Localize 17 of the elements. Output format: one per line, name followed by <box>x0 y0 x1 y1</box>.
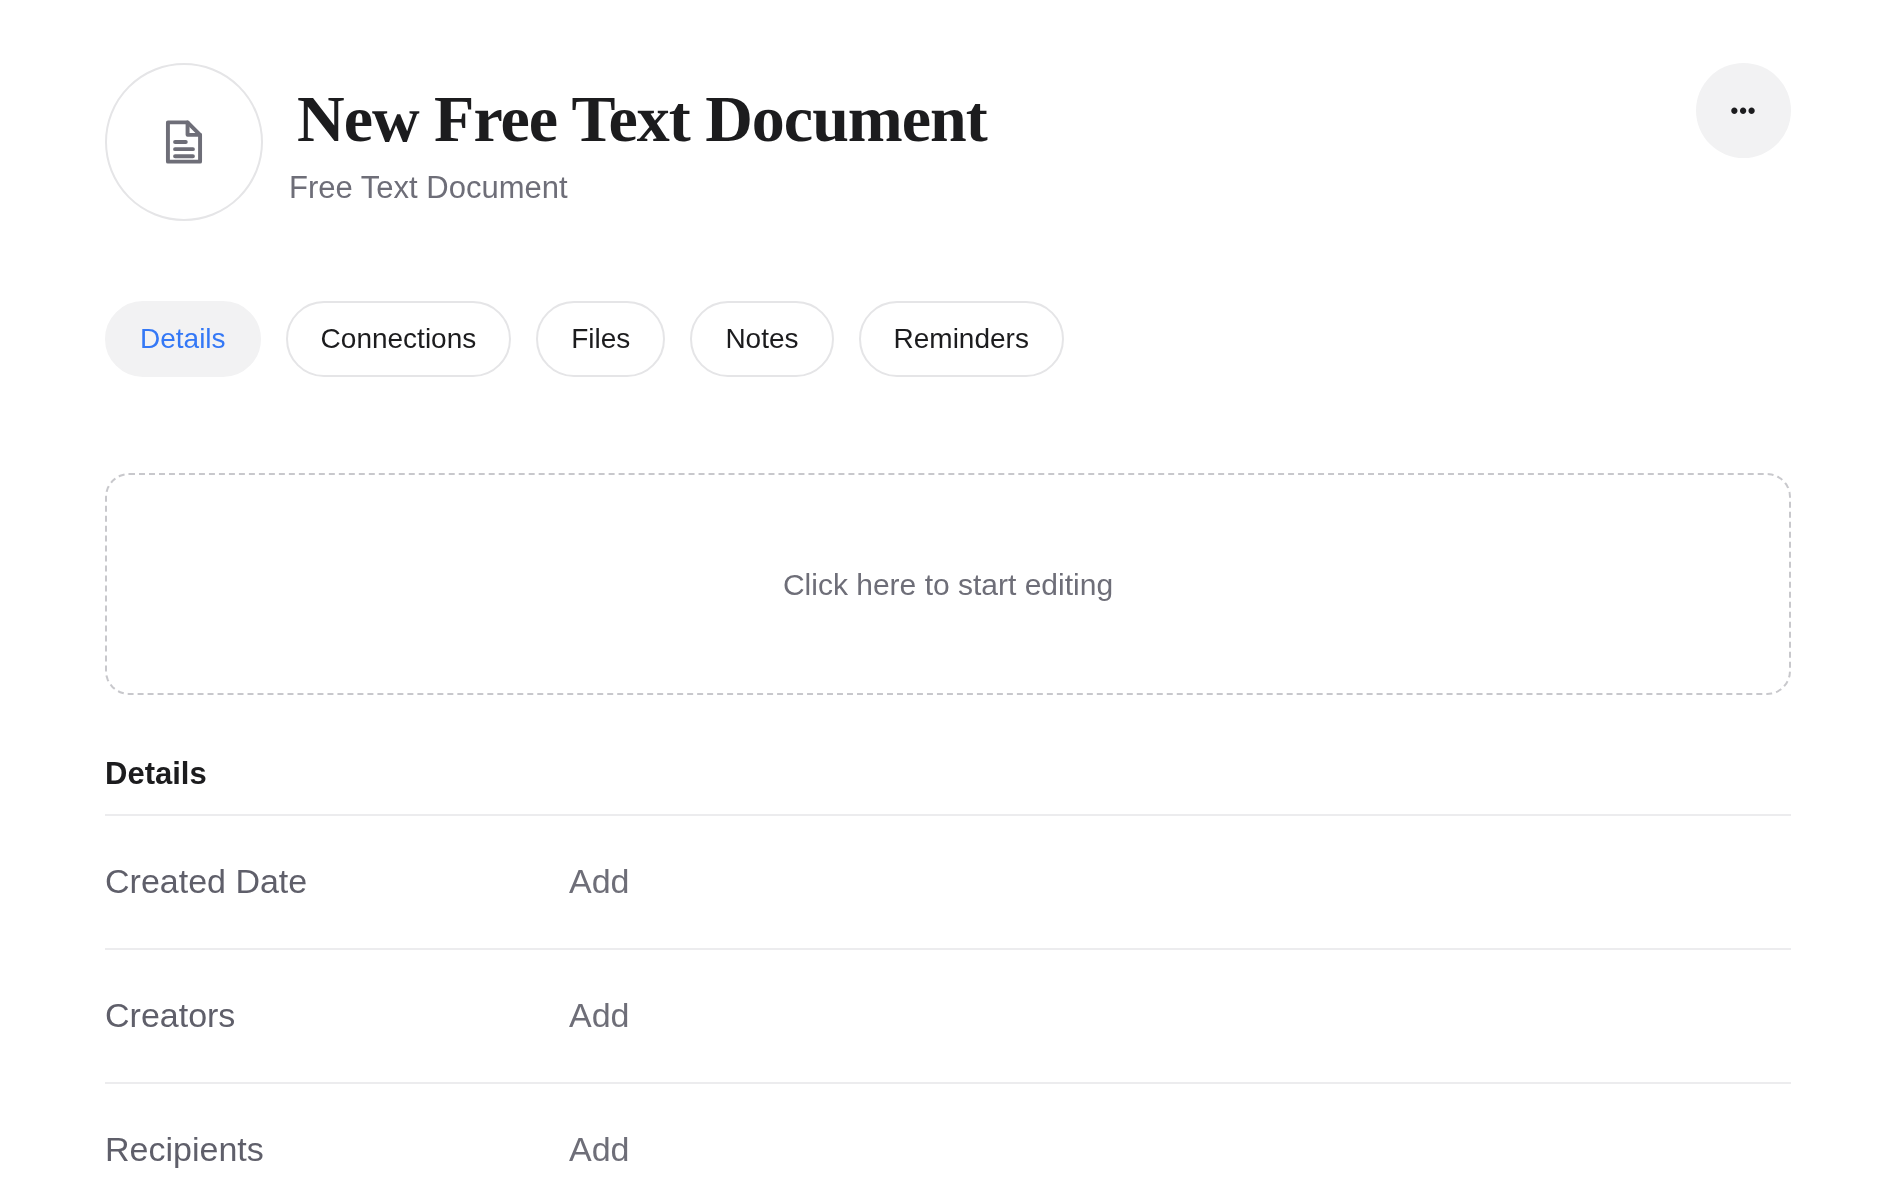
tab[interactable]: Files <box>536 301 666 377</box>
add-link[interactable]: Add <box>569 990 630 1041</box>
field-label: Creators <box>105 995 237 1036</box>
tab[interactable]: Reminders <box>858 301 1064 377</box>
tab[interactable]: Notes <box>690 301 834 377</box>
field-label: Recipients <box>105 1129 265 1170</box>
add-link[interactable]: Add <box>569 1124 630 1175</box>
editor-placeholder: Click here to start editing <box>782 566 1114 603</box>
field-label: Created Date <box>105 861 309 902</box>
more-button[interactable]: ••• <box>1696 63 1791 158</box>
tab[interactable]: Details <box>105 301 261 377</box>
document-type: Free Text Document <box>289 169 569 207</box>
tab[interactable]: Connections <box>285 301 512 377</box>
add-link[interactable]: Add <box>569 856 630 907</box>
editor-area[interactable]: Click here to start editing <box>105 473 1791 695</box>
details-heading: Details <box>105 751 1791 816</box>
document-title: New Free Text Document <box>297 81 989 157</box>
